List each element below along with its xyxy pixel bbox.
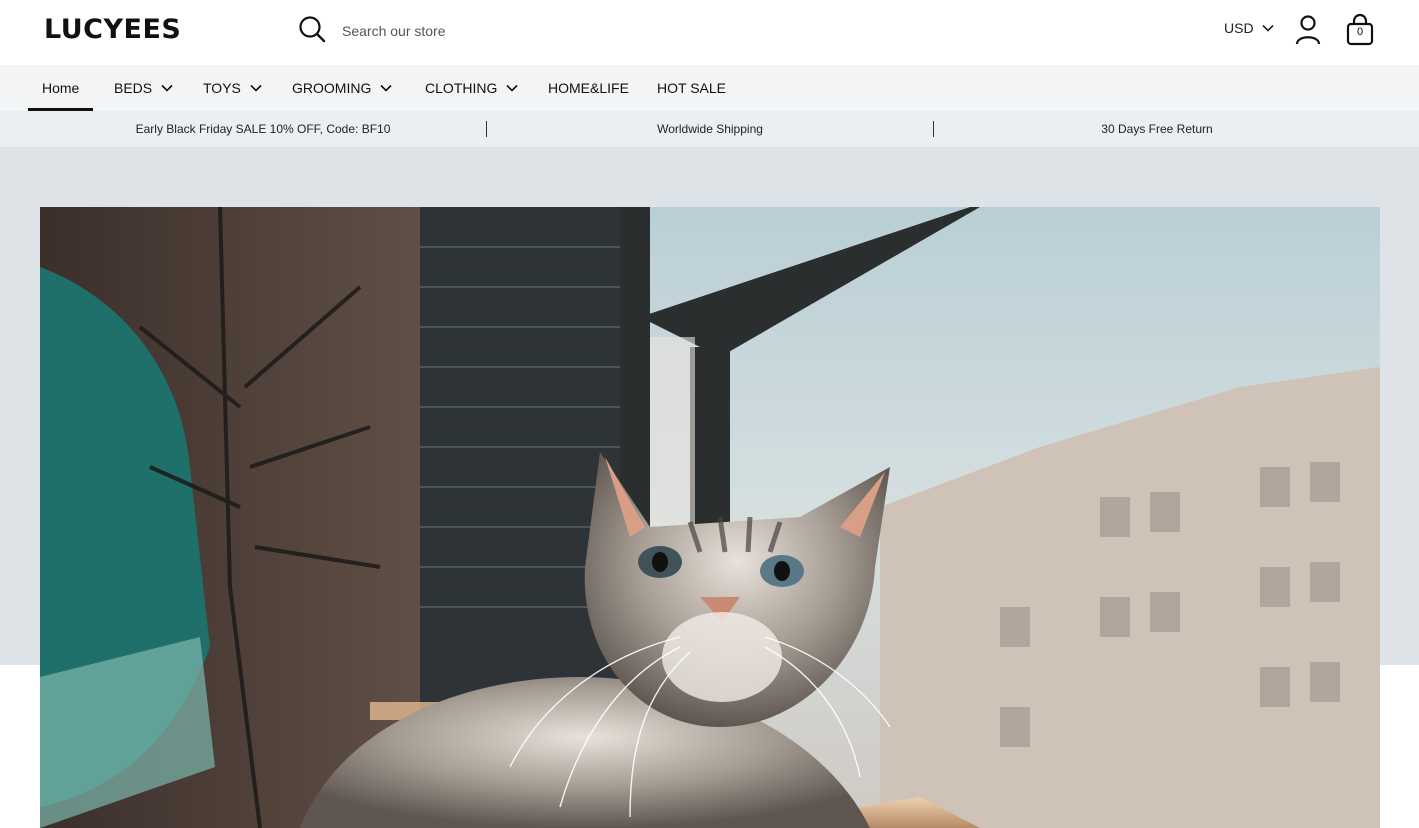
account-button[interactable]: [1294, 14, 1322, 46]
nav-item-home-life[interactable]: HOME&LIFE: [548, 65, 629, 111]
search-bar[interactable]: [298, 14, 718, 48]
chevron-down-icon: [380, 84, 392, 92]
nav-item-label: Home: [42, 80, 80, 96]
announcement-returns[interactable]: 30 Days Free Return: [934, 111, 1380, 147]
nav-item-label: BEDS: [114, 80, 153, 96]
currency-label: USD: [1224, 20, 1254, 36]
announcement-shipping[interactable]: Worldwide Shipping: [487, 111, 933, 147]
currency-selector[interactable]: USD: [1224, 20, 1274, 36]
nav-item-clothing[interactable]: CLOTHING: [425, 65, 518, 111]
nav-item-toys[interactable]: TOYS: [203, 65, 262, 111]
nav-item-label: HOME&LIFE: [548, 80, 629, 96]
nav-item-label: GROOMING: [292, 80, 372, 96]
main-navigation: Home BEDS TOYS GROOMING CLOTHING HOME&LI…: [0, 65, 1419, 111]
cart-count-badge: 0: [1356, 26, 1364, 38]
announcement-bar: Early Black Friday SALE 10% OFF, Code: B…: [0, 111, 1419, 147]
chevron-down-icon: [506, 84, 518, 92]
nav-item-home[interactable]: Home: [27, 65, 94, 111]
search-input[interactable]: [342, 23, 642, 39]
nav-item-grooming[interactable]: GROOMING: [292, 65, 392, 111]
chevron-down-icon: [1261, 24, 1274, 32]
nav-item-label: CLOTHING: [425, 80, 498, 96]
chevron-down-icon: [250, 84, 262, 92]
search-icon[interactable]: [298, 15, 326, 48]
announcement-sale[interactable]: Early Black Friday SALE 10% OFF, Code: B…: [40, 111, 486, 147]
user-icon: [1295, 15, 1321, 45]
site-header: LUCYEES USD 0: [0, 0, 1419, 65]
store-logo[interactable]: LUCYEES: [44, 14, 181, 45]
hero-image[interactable]: [40, 207, 1380, 828]
cart-button[interactable]: 0: [1345, 13, 1375, 47]
nav-item-label: TOYS: [203, 80, 241, 96]
cat-photo: [40, 207, 1380, 828]
nav-item-hot-sale[interactable]: HOT SALE: [657, 65, 726, 111]
nav-item-beds[interactable]: BEDS: [114, 65, 173, 111]
chevron-down-icon: [161, 84, 173, 92]
nav-item-label: HOT SALE: [657, 80, 726, 96]
